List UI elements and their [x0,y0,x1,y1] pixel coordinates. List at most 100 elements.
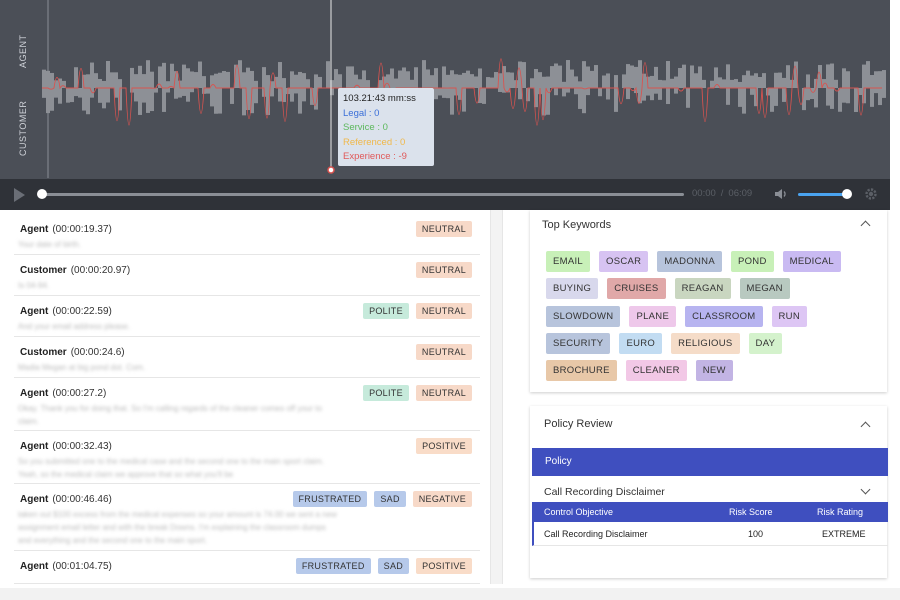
keyword-chip[interactable]: MEDICAL [782,251,841,272]
transcript-row[interactable]: Agent (00:00:32.43) POSITIVE So you submitt… [14,431,480,484]
transcript-header: Agent (00:01:04.75) [20,561,112,572]
sentiment-tag: POLITE [363,303,409,319]
progress-track[interactable] [42,193,684,196]
waveform-panel[interactable]: AGENT CUSTOMER 103.21:43 mm:ss Legal : 0… [0,0,890,210]
row-risk-score: 100 [748,529,764,539]
row-control-objective: Call Recording Disclaimer [544,529,648,539]
tooltip-service: Service : 0 [343,122,388,133]
keyword-row: BUYING CRUISES REAGAN MEGAN [546,278,790,300]
keyword-chip[interactable]: MADONNA [657,251,722,272]
speaker-name: Agent [20,306,49,317]
keyword-chip[interactable]: DAY [748,332,783,354]
keyword-chip[interactable]: SECURITY [546,332,611,354]
volume-slider[interactable] [798,193,848,196]
timestamp: (00:00:32.43) [52,441,112,452]
keyword-row: BROCHURE CLEANER NEW [546,360,733,382]
keyword-chip[interactable]: CLASSROOM [685,305,763,327]
keywords-title: Top Keywords [542,219,612,231]
tooltip-referenced: Referenced : 0 [343,136,406,148]
chevron-up-icon[interactable] [860,220,871,231]
keyword-chip[interactable]: BUYING [546,278,599,300]
keyword-chip[interactable]: RUN [771,305,807,327]
total-time: 06:09 [728,188,753,199]
keyword-row: SLOWDOWN PLANE CLASSROOM RUN [546,305,807,327]
keyword-chip[interactable]: NEW [695,360,733,382]
keyword-chip[interactable]: EMAIL [546,251,591,272]
transcript-header: Agent (00:00:46.46) [20,494,112,505]
transcript-text: claim. [18,417,39,426]
keyword-chip[interactable]: CRUISES [607,278,666,300]
waveform-chart[interactable] [0,0,890,180]
header-risk-score: Risk Score [729,507,773,517]
speaker-name: Agent [20,388,49,399]
timestamp: (00:00:24.6) [70,347,125,358]
header-control-objective: Control Objective [544,507,614,517]
disclaimer-row[interactable]: Call Recording Disclaimer [530,479,887,503]
timestamp: (00:00:27.2) [52,388,107,399]
policy-tab[interactable]: Policy [532,448,888,476]
audio-player: 00:00 / 06:09 [0,179,890,210]
sentiment-tag: NEUTRAL [415,262,472,278]
header-risk-rating: Risk Rating [817,507,864,517]
timestamp: (00:00:46.46) [52,494,112,505]
timestamp: (00:01:04.75) [52,561,112,572]
transcript-list[interactable]: Agent (00:00:19.37) NEUTRAL Your date of bi… [14,214,480,584]
transcript-row[interactable]: Customer (00:00:20.97) NEUTRAL Is 04-94. [14,255,480,296]
progress-knob[interactable] [37,189,47,199]
keyword-chip[interactable]: POND [730,251,774,272]
top-keywords-card: Top Keywords EMAIL OSCAR MADONNA POND MEDICA… [530,210,887,392]
keyword-chip[interactable]: OSCAR [599,251,649,272]
keyword-chip[interactable]: EURO [619,332,663,354]
sentiment-tag: NEUTRAL [415,221,472,237]
sentiment-tag: FRUSTRATED [295,558,371,574]
transcript-row[interactable]: Agent (00:00:46.46) FRUSTRATED SAD NEGATIVE t… [14,484,480,551]
sentiment-tags: POSITIVE [416,438,472,454]
timestamp: (00:00:20.97) [70,265,131,276]
timestamp: (00:00:22.59) [52,306,112,317]
sentiment-tags: POLITE NEUTRAL [363,303,472,319]
transcript-text: taken out $100 excess from the medical e… [18,510,337,519]
row-risk-rating: EXTREME [822,529,866,539]
volume-knob[interactable] [842,189,852,199]
sentiment-tags: NEUTRAL [415,262,472,278]
transcript-header: Customer (00:00:24.6) [20,347,125,358]
volume-icon[interactable] [774,188,788,200]
policy-table-row[interactable]: Call Recording Disclaimer 100 EXTREME [532,522,888,546]
sentiment-tag: POSITIVE [416,438,472,454]
keyword-chip[interactable]: PLANE [629,305,677,327]
sentiment-tag: POSITIVE [416,558,472,574]
chevron-down-icon[interactable] [860,484,871,495]
transcript-row[interactable]: Customer (00:00:24.6) NEUTRAL Madia Megan a… [14,337,480,378]
play-icon[interactable] [14,188,25,202]
policy-review-card: Policy Review Policy Call Recording Disc… [530,406,888,578]
keyword-chip[interactable]: MEGAN [739,278,790,300]
transcript-text: and everything and the second one to the… [18,536,208,545]
keyword-chip[interactable]: CLEANER [625,360,687,382]
policy-table-header: Control Objective Risk Score Risk Rating [532,502,888,522]
panel-divider [490,210,503,584]
keyword-chip[interactable]: RELIGIOUS [671,332,740,354]
sentiment-tags: FRUSTRATED SAD POSITIVE [295,558,472,574]
transcript-text: So you submitted one to the medical case… [18,457,324,466]
tooltip-time: 103.21:43 mm:ss [343,93,416,104]
transcript-row[interactable]: Agent (00:00:22.59) POLITE NEUTRAL And your … [14,296,480,337]
sentiment-tag: SAD [374,491,406,507]
transcript-text: And your email address please. [18,322,131,331]
sentiment-tag: FRUSTRATED [292,491,368,507]
keyword-chip[interactable]: BROCHURE [546,360,617,382]
sentiment-tags: NEUTRAL [415,221,472,237]
transcript-text: Your date of birth. [18,240,81,249]
speaker-name: Agent [20,494,49,505]
tooltip-legal: Legal : 0 [343,107,380,119]
chevron-up-icon[interactable] [860,421,871,432]
speaker-name: Agent [20,441,49,452]
transcript-row[interactable]: Agent (00:00:19.37) NEUTRAL Your date of bi… [14,214,480,255]
transcript-text: Is 04-94. [18,281,50,290]
keyword-chip[interactable]: REAGAN [674,278,731,300]
gear-icon[interactable] [864,187,878,201]
transcript-row[interactable]: Agent (00:01:04.75) FRUSTRATED SAD POSITIVE [14,551,480,584]
transcript-text: Madia Megan at big pond dot. Com. [18,363,146,372]
transcript-row[interactable]: Agent (00:00:27.2) POLITE NEUTRAL Okay. Than… [14,378,480,431]
keyword-chip[interactable]: SLOWDOWN [546,305,621,327]
transcript-text: assignment email letter and with the bre… [18,523,326,532]
